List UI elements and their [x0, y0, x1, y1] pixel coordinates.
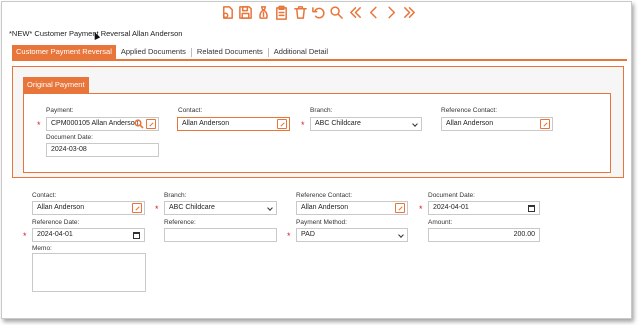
reference-date-value: 2024-04-01	[37, 231, 73, 238]
new-doc-icon[interactable]	[219, 4, 235, 20]
op-contact-field[interactable]: Allan Anderson	[177, 117, 290, 131]
required-marker: *	[155, 204, 159, 214]
op-payment-field[interactable]: CPM000105 Allan Anderson	[46, 117, 159, 131]
op-document-date-label: Document Date:	[46, 134, 93, 141]
reference-contact-label: Reference Contact:	[296, 192, 353, 199]
amount-field[interactable]: 200.00	[428, 228, 540, 242]
op-document-date-value: 2024-03-08	[51, 146, 87, 153]
branch-select[interactable]: ABC Childcare	[164, 201, 277, 215]
contact-field[interactable]: Allan Anderson	[32, 201, 145, 215]
calendar-icon[interactable]	[528, 205, 535, 212]
tab-additional-detail[interactable]: Additional Detail	[269, 45, 333, 59]
tab-applied-documents[interactable]: Applied Documents	[116, 45, 191, 59]
original-payment-section	[23, 93, 611, 173]
next-record-icon[interactable]	[384, 4, 400, 20]
op-branch-label: Branch:	[310, 107, 333, 114]
amount-value: 200.00	[513, 231, 535, 238]
chevron-down-icon	[412, 121, 418, 127]
op-reference-contact-field[interactable]: Allan Anderson	[441, 117, 553, 131]
document-date-field[interactable]: 2024-04-01	[428, 201, 540, 215]
tab-customer-payment-reversal[interactable]: Customer Payment Reversal	[12, 45, 116, 59]
money-icon[interactable]	[256, 4, 272, 20]
lookup-icon[interactable]	[146, 119, 156, 129]
lookup-icon[interactable]	[395, 203, 405, 213]
search-icon[interactable]	[134, 119, 144, 129]
first-record-icon[interactable]	[347, 4, 363, 20]
search-icon[interactable]	[329, 4, 345, 20]
memo-label: Memo:	[32, 245, 52, 252]
required-marker: *	[287, 231, 291, 241]
op-branch-select[interactable]: ABC Childcare	[310, 117, 422, 131]
toolbar	[219, 2, 420, 22]
contact-label: Contact:	[32, 192, 57, 199]
reference-date-label: Reference Date:	[32, 219, 80, 226]
op-contact-label: Contact:	[178, 107, 203, 114]
branch-label: Branch:	[164, 192, 187, 199]
required-marker: *	[301, 120, 305, 130]
tab-related-documents[interactable]: Related Documents	[192, 45, 268, 59]
op-reference-contact-value: Allan Anderson	[446, 120, 494, 127]
op-document-date-field[interactable]: 2024-03-08	[46, 143, 159, 157]
delete-icon[interactable]	[292, 4, 308, 20]
reference-label: Reference:	[164, 219, 196, 226]
previous-record-icon[interactable]	[365, 4, 381, 20]
required-marker: *	[23, 231, 27, 241]
op-reference-contact-label: Reference Contact:	[441, 107, 498, 114]
lookup-icon[interactable]	[540, 119, 550, 129]
reference-field[interactable]	[164, 228, 277, 242]
undo-icon[interactable]	[310, 4, 326, 20]
op-contact-value: Allan Anderson	[182, 120, 230, 127]
lookup-icon[interactable]	[132, 203, 142, 213]
reference-contact-value: Allan Anderson	[301, 204, 349, 211]
calendar-icon[interactable]	[133, 232, 140, 239]
reference-date-field[interactable]: 2024-04-01	[32, 228, 145, 242]
op-payment-label: Payment:	[46, 107, 74, 114]
save-icon[interactable]	[237, 4, 253, 20]
document-date-value: 2024-04-01	[433, 204, 469, 211]
tab-bar: Customer Payment Reversal Applied Docume…	[12, 45, 627, 61]
payment-method-select[interactable]: PAD	[296, 228, 408, 242]
chevron-down-icon	[398, 232, 404, 238]
document-date-label: Document Date:	[428, 192, 475, 199]
reference-contact-field[interactable]: Allan Anderson	[296, 201, 408, 215]
op-payment-value: CPM000105 Allan Anderson	[51, 120, 139, 127]
memo-textarea[interactable]	[32, 253, 146, 292]
branch-value: ABC Childcare	[169, 204, 215, 211]
last-record-icon[interactable]	[402, 4, 418, 20]
contact-value: Allan Anderson	[37, 204, 85, 211]
payment-method-value: PAD	[301, 231, 315, 238]
required-marker: *	[419, 204, 423, 214]
chevron-down-icon	[267, 205, 273, 211]
clipboard-icon[interactable]	[274, 4, 290, 20]
op-branch-value: ABC Childcare	[315, 120, 361, 127]
required-marker: *	[37, 120, 41, 130]
lookup-icon[interactable]	[277, 119, 287, 129]
original-payment-section-tab: Original Payment	[23, 77, 89, 93]
payment-method-label: Payment Method:	[296, 219, 347, 226]
amount-label: Amount:	[428, 219, 453, 226]
